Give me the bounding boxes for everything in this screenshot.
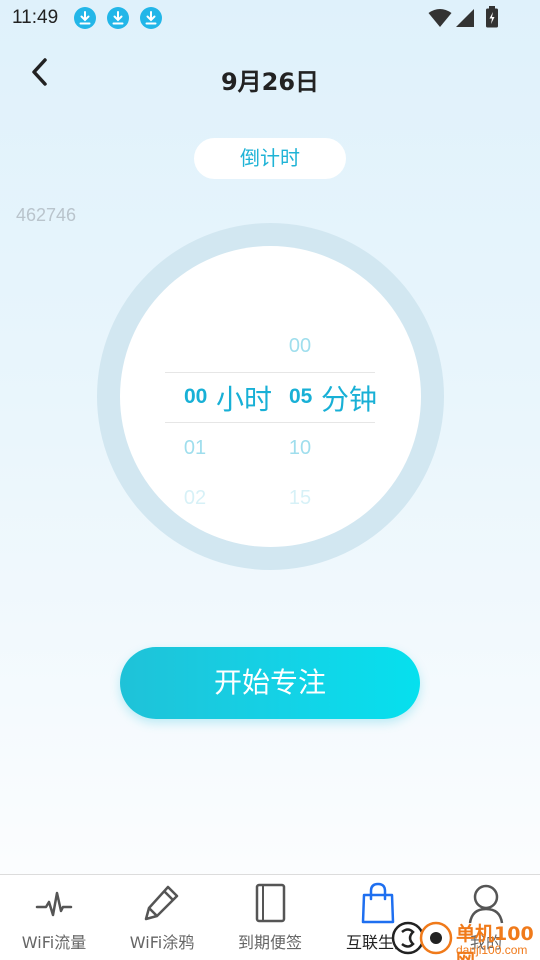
watermark-url: danji100.com — [456, 943, 528, 957]
minutes-option[interactable]: 10 — [280, 437, 320, 460]
start-focus-button[interactable]: 开始专注 — [120, 647, 420, 719]
code-text: 462746 — [16, 205, 77, 225]
nav-label: WiFi涂鸦 — [129, 933, 195, 952]
tab-countdown[interactable]: 倒计时 — [194, 138, 346, 179]
status-time: 11:49 — [12, 7, 59, 28]
nav-item-wifi-graffiti[interactable]: WiFi涂鸦 — [108, 875, 216, 960]
hours-unit-label: 小时 — [216, 383, 273, 416]
watermark-logo-icon — [391, 921, 453, 955]
hours-selected-value[interactable]: 00 — [184, 385, 207, 409]
download-icon — [74, 7, 96, 29]
download-icon — [107, 7, 129, 29]
pencil-icon — [144, 885, 179, 921]
nav-label: 到期便签 — [237, 933, 302, 952]
battery-icon — [486, 6, 498, 28]
selection-divider-top — [165, 372, 375, 373]
nav-item-wifi-traffic[interactable]: WiFi流量 — [0, 875, 108, 960]
signal-icon — [456, 9, 474, 27]
download-icon — [140, 7, 162, 29]
minutes-unit-label: 分钟 — [321, 383, 378, 416]
minutes-selected-value[interactable]: 05 — [289, 385, 312, 409]
minutes-option[interactable]: 00 — [280, 335, 320, 358]
page-title: 9月26日 — [220, 68, 320, 96]
site-watermark: 单机100网 danji100.com — [390, 915, 540, 960]
minutes-option[interactable]: 15 — [280, 487, 320, 510]
notebook-icon — [255, 883, 286, 923]
pulse-icon — [35, 891, 73, 917]
nav-label: WiFi流量 — [21, 933, 87, 952]
hours-option[interactable]: 02 — [175, 487, 215, 510]
selection-divider-bottom — [165, 422, 375, 423]
wifi-icon — [428, 9, 452, 27]
nav-item-due-notes[interactable]: 到期便签 — [216, 875, 324, 960]
hours-option[interactable]: 01 — [175, 437, 215, 460]
status-bar: 11:49 — [0, 0, 540, 36]
